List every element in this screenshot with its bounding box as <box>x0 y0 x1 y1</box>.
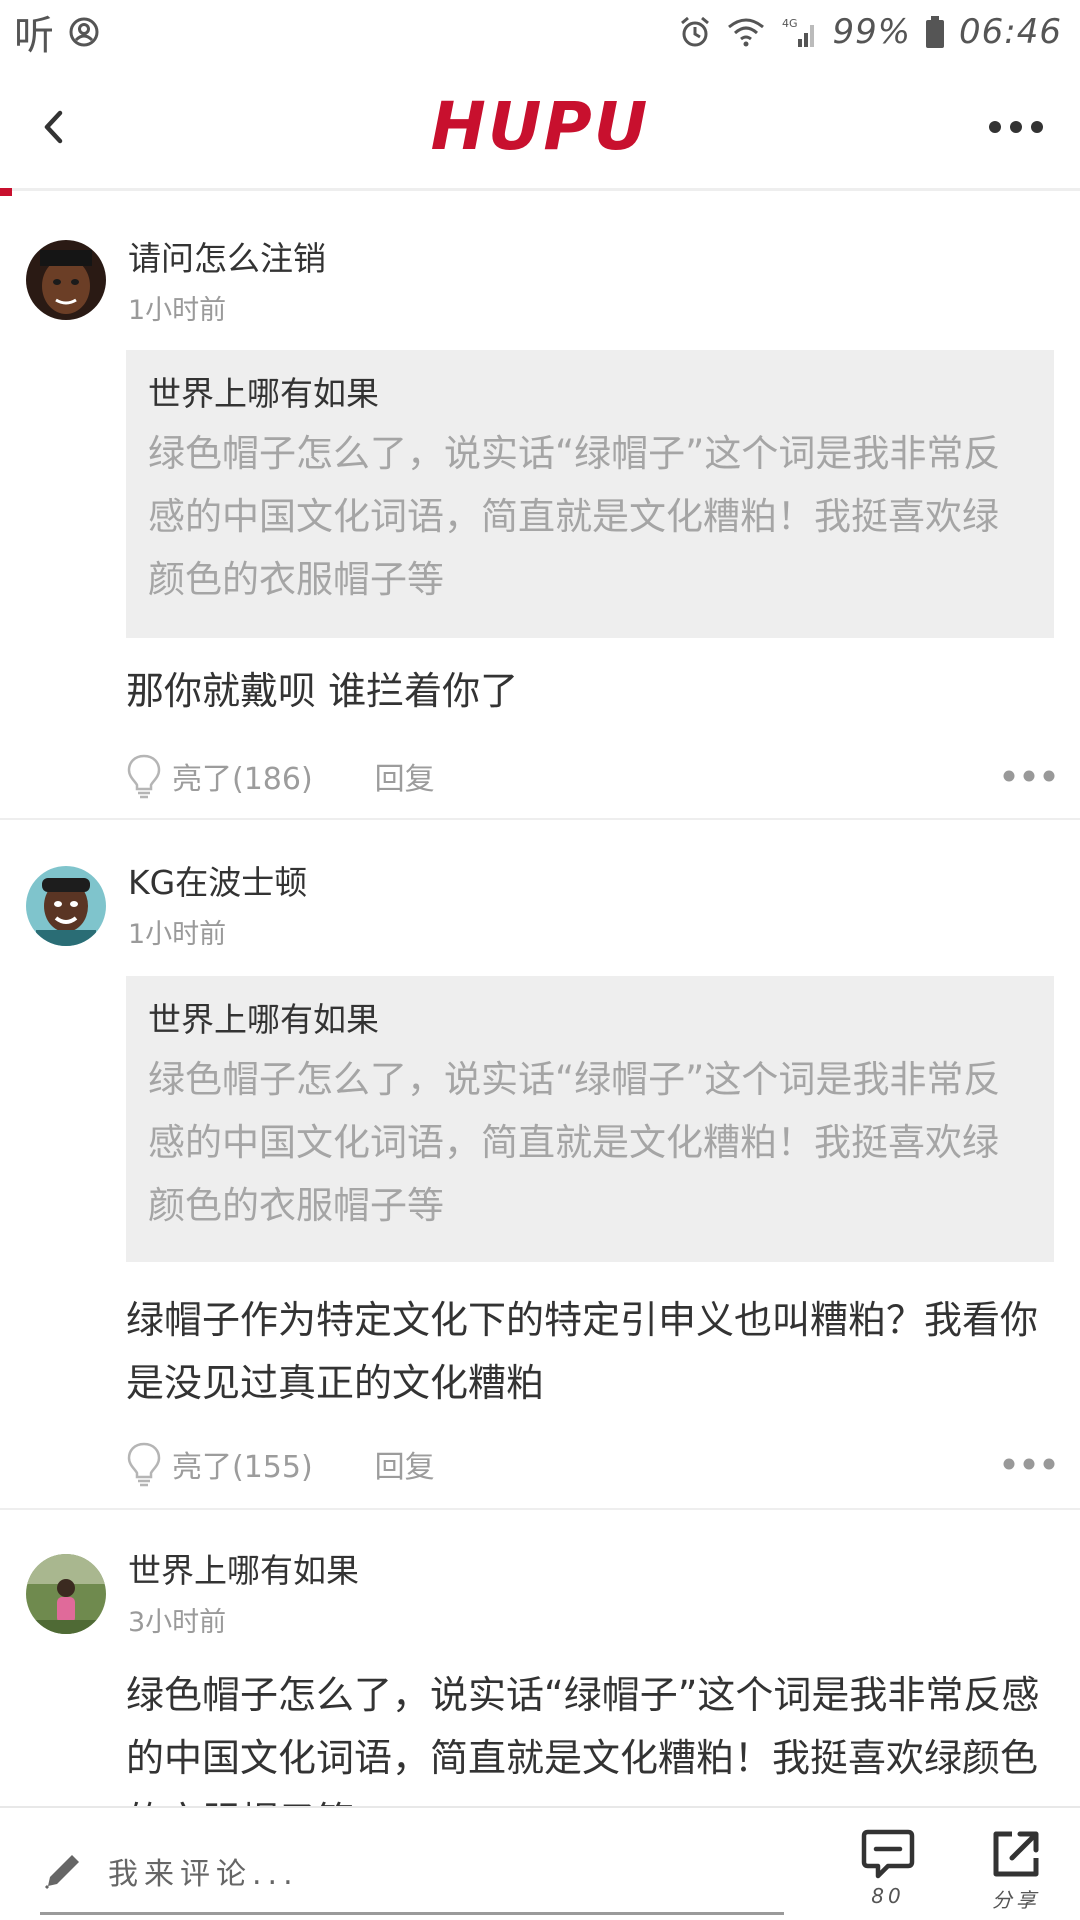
share-label: 分享 <box>992 1888 1040 1912</box>
comment-actions: 亮了(155) 回复 <box>126 1436 1056 1492</box>
reply-button[interactable]: 回复 <box>375 1442 435 1486</box>
comment-text: 绿色帽子怎么了，说实话“绿帽子”这个词是我非常反感的中国文化词语，简直就是文化糟… <box>126 1673 1040 1806</box>
comment-divider <box>0 818 1080 820</box>
network-type-text: 4G <box>782 17 798 30</box>
battery-icon <box>925 15 945 49</box>
read-progress-indicator <box>0 188 12 196</box>
app-header: HUPU <box>0 64 1080 188</box>
timestamp: 1小时前 <box>128 919 227 950</box>
comment-text: 那你就戴呗 谁拦着你了 <box>126 669 519 713</box>
username[interactable]: 请问怎么注销 <box>128 232 326 280</box>
avatar[interactable] <box>26 1554 106 1634</box>
reply-button[interactable]: 回复 <box>375 754 435 798</box>
light-button[interactable]: 亮了(186) <box>126 753 313 799</box>
battery-percent: 99% <box>832 12 912 52</box>
quote-text: 绿色帽子怎么了，说实话“绿帽子”这个词是我非常反感的中国文化词语，简直就是文化糟… <box>148 432 1001 601</box>
more-dots-icon <box>1003 770 1055 782</box>
quoted-comment[interactable]: 世界上哪有如果 绿色帽子怎么了，说实话“绿帽子”这个词是我非常反感的中国文化词语… <box>126 976 1054 1262</box>
comment-bubble-icon <box>861 1829 915 1879</box>
share-icon <box>993 1831 1039 1877</box>
quote-text: 绿色帽子怎么了，说实话“绿帽子”这个词是我非常反感的中国文化词语，简直就是文化糟… <box>148 1058 1001 1227</box>
comments-button[interactable]: 80 <box>848 1826 928 1920</box>
avatar[interactable] <box>26 866 106 946</box>
quote-author: 世界上哪有如果 <box>148 1000 379 1039</box>
comment-input[interactable]: 我来评论... <box>40 1836 782 1906</box>
share-button[interactable]: 分享 <box>976 1826 1056 1920</box>
more-dots-icon <box>989 121 1043 133</box>
comment-input-underline <box>40 1912 784 1915</box>
avatar[interactable] <box>26 240 106 320</box>
light-count: 亮了(155) <box>172 1450 313 1485</box>
light-button[interactable]: 亮了(155) <box>126 1441 313 1487</box>
comment-count: 80 <box>871 1884 905 1908</box>
more-options-button[interactable] <box>986 102 1046 152</box>
comment-actions: 亮了(186) 回复 <box>126 748 1056 804</box>
lightbulb-icon <box>127 1442 161 1487</box>
comment-text: 绿帽子作为特定文化下的特定引申义也叫糟粕？我看你是没见过真正的文化糟粕 <box>126 1298 1039 1405</box>
username[interactable]: 世界上哪有如果 <box>128 1544 359 1592</box>
status-left: 听 <box>14 3 100 61</box>
clock: 06:46 <box>959 12 1062 52</box>
light-count: 亮了(186) <box>172 762 313 797</box>
listen-app-glyph: 听 <box>14 13 54 59</box>
timestamp: 3小时前 <box>128 1607 227 1638</box>
more-dots-icon <box>1003 1458 1055 1470</box>
quote-author: 世界上哪有如果 <box>148 374 379 413</box>
comment-more-button[interactable] <box>1002 769 1056 783</box>
hupu-logo: HUPU <box>430 87 650 165</box>
alarm-icon <box>678 15 712 49</box>
comment-input-placeholder: 我来评论... <box>108 1857 299 1892</box>
pencil-icon <box>44 1855 79 1890</box>
quoted-comment[interactable]: 世界上哪有如果 绿色帽子怎么了，说实话“绿帽子”这个词是我非常反感的中国文化词语… <box>126 350 1054 638</box>
username[interactable]: KG在波士顿 <box>128 856 307 904</box>
status-right: 4G 99% 06:46 <box>678 12 1062 52</box>
chevron-left-icon <box>44 110 63 144</box>
account-icon <box>68 16 100 48</box>
timestamp: 1小时前 <box>128 295 227 326</box>
wifi-icon <box>726 16 766 48</box>
comment-divider <box>0 1508 1080 1510</box>
status-bar: 听 4G 99% 06:46 <box>0 0 1080 64</box>
bottom-bar: 我来评论... 80 分享 <box>0 1806 1080 1920</box>
lightbulb-icon <box>127 754 161 799</box>
cell-signal-icon: 4G <box>780 15 818 49</box>
header-divider <box>0 188 1080 191</box>
comment-more-button[interactable] <box>1002 1457 1056 1471</box>
back-button[interactable] <box>26 100 80 154</box>
screen: 听 4G 99% 06:46 HUPU 请问怎么注销 1小时前 世界上哪有如果 … <box>0 0 1080 1920</box>
